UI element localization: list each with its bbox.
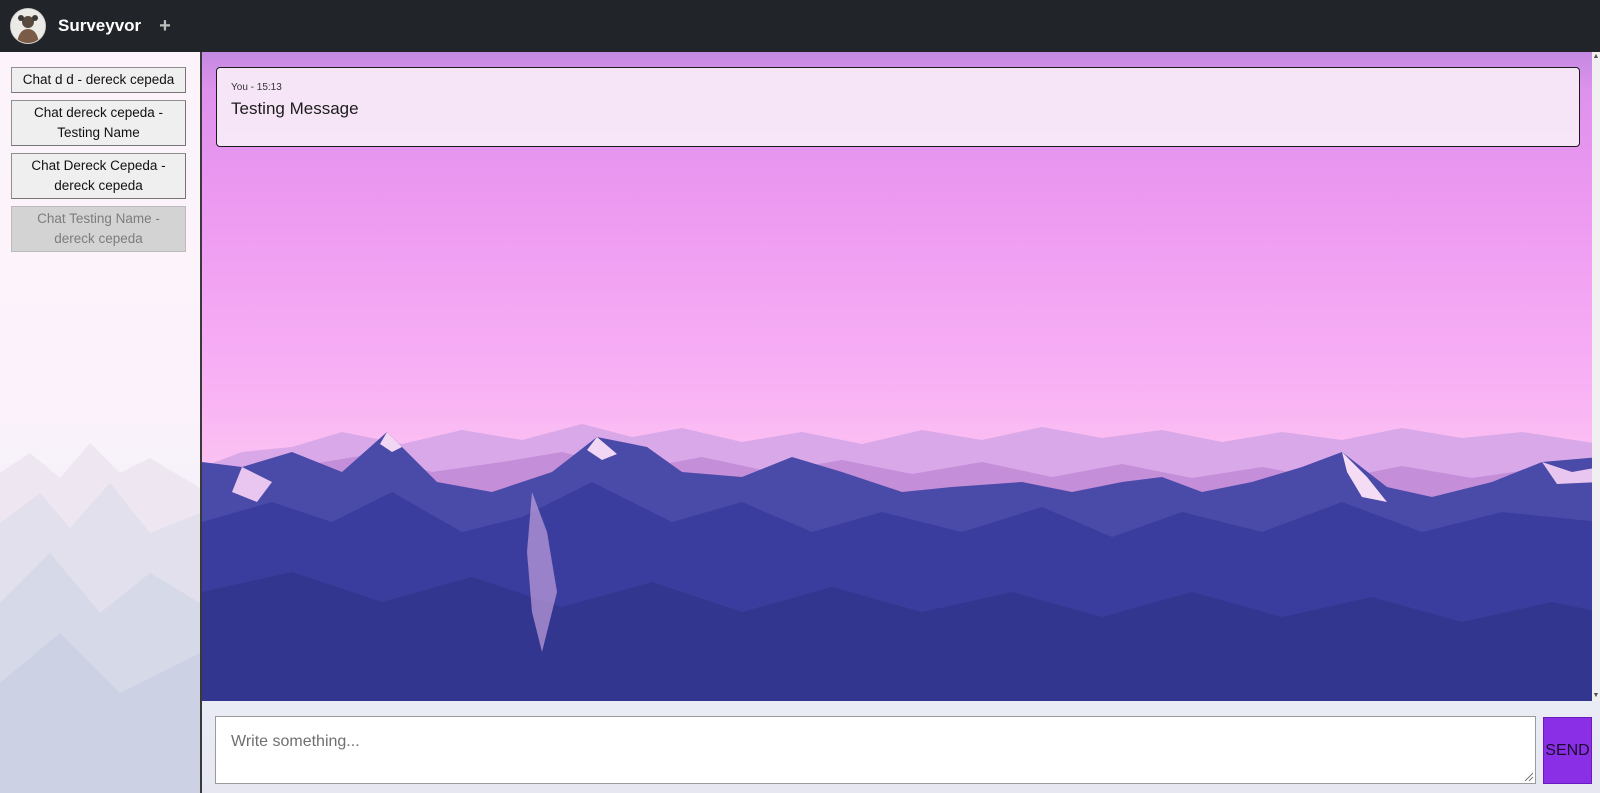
chat-list: Chat d d - dereck cepeda Chat dereck cep… [0,52,200,252]
message-composer: SEND [202,701,1600,793]
chat-item[interactable]: Chat dereck cepeda - Testing Name [11,100,186,146]
chat-item[interactable]: Chat d d - dereck cepeda [11,67,186,93]
user-avatar[interactable] [10,8,46,44]
resize-grip-icon[interactable] [1524,772,1534,782]
message-input[interactable] [215,716,1536,784]
chat-sidebar: Chat d d - dereck cepeda Chat dereck cep… [0,52,200,793]
add-chat-button[interactable]: + [159,16,171,36]
message-bubble: You - 15:13 Testing Message [216,67,1580,147]
top-navbar: Surveyvor + [0,0,1600,52]
scroll-down-arrow-icon[interactable]: ▼ [1592,691,1600,701]
plus-icon: + [159,15,171,37]
send-button[interactable]: SEND [1543,717,1592,784]
message-text: Testing Message [231,99,359,118]
chat-item-active[interactable]: Chat Testing Name - dereck cepeda [11,206,186,252]
chat-item[interactable]: Chat Dereck Cepeda - dereck cepeda [11,153,186,199]
mountain-background-image [202,424,1600,701]
chat-messages-area: You - 15:13 Testing Message [202,52,1600,701]
scroll-up-arrow-icon[interactable]: ▲ [1592,52,1600,62]
user-avatar-icon [11,9,45,43]
brand-title[interactable]: Surveyvor [58,16,141,36]
sidebar-background-mountains [0,443,200,793]
message-meta: You - 15:13 [231,82,282,93]
chat-scrollbar[interactable]: ▲ ▼ [1592,52,1600,701]
